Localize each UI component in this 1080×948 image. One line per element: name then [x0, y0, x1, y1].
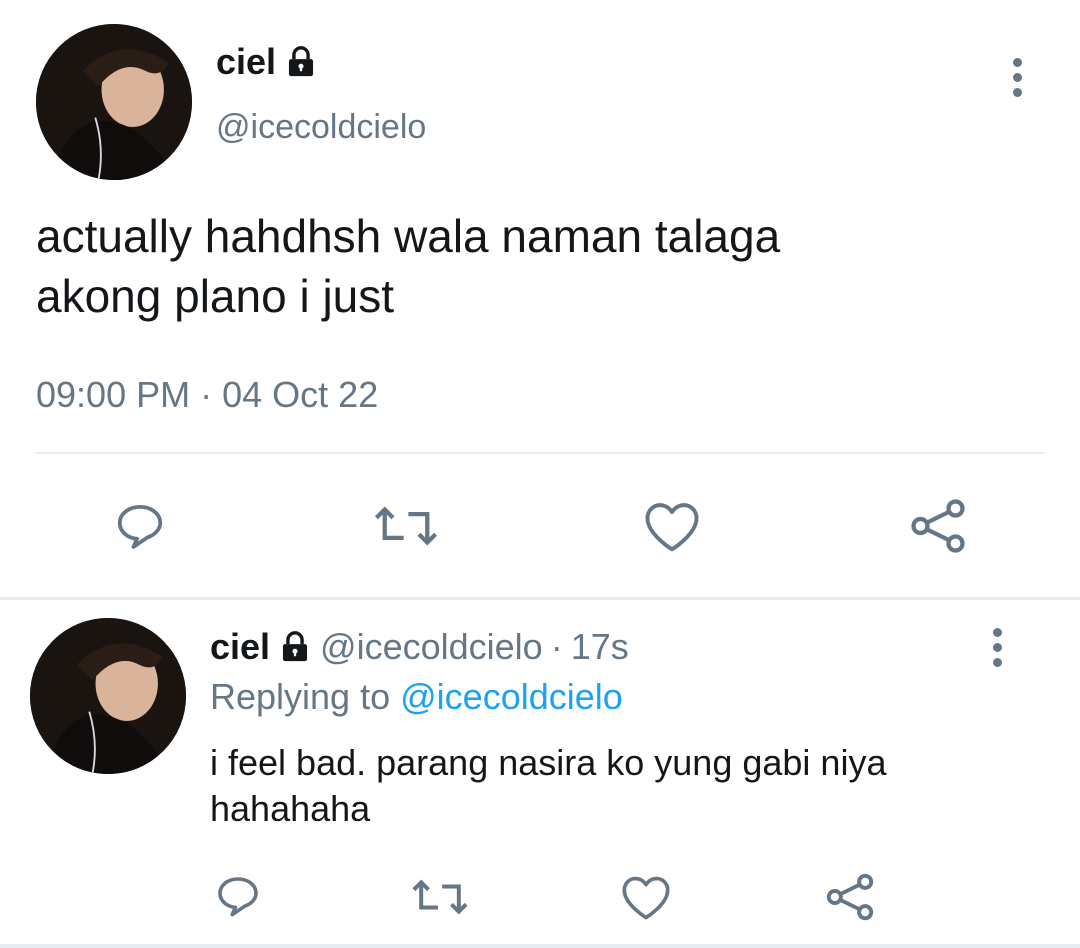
tweet-text: actually hahdhsh wala naman talaga akong…	[36, 210, 781, 322]
heart-icon	[622, 876, 670, 920]
replying-to: Replying to @icecoldcielo	[210, 676, 623, 717]
more-options-button[interactable]	[1002, 58, 1032, 97]
tweet-timestamp[interactable]: 09:00 PM · 04 Oct 22	[36, 374, 378, 416]
retweet-icon	[412, 879, 468, 915]
tweet-separator	[0, 944, 1080, 948]
avatar-image	[30, 618, 186, 774]
more-vertical-icon	[1012, 58, 1022, 67]
retweet-button[interactable]	[370, 498, 442, 554]
share-button[interactable]	[822, 868, 878, 926]
like-button[interactable]	[618, 870, 674, 924]
avatar-image	[36, 24, 192, 180]
display-name[interactable]: ciel	[216, 41, 276, 83]
handle[interactable]: @icecoldcielo	[320, 626, 543, 668]
retweet-icon	[374, 506, 438, 546]
retweet-button[interactable]	[408, 870, 472, 924]
reply-icon	[117, 504, 163, 549]
heart-icon	[645, 503, 699, 552]
avatar[interactable]	[30, 618, 186, 774]
avatar[interactable]	[36, 24, 192, 180]
reply-text: i feel bad. parang nasira ko yung gabi n…	[210, 742, 887, 829]
share-icon	[826, 873, 874, 921]
display-name[interactable]: ciel	[210, 626, 270, 668]
like-button[interactable]	[640, 498, 704, 554]
reply-button[interactable]	[210, 868, 266, 924]
more-options-button[interactable]	[982, 628, 1012, 667]
tweet-age[interactable]: 17s	[571, 626, 629, 668]
lock-icon	[278, 630, 312, 664]
divider	[36, 452, 1044, 454]
reply-icon	[218, 877, 258, 917]
share-icon	[911, 499, 965, 553]
reply-button[interactable]	[108, 498, 172, 554]
replying-to-handle[interactable]: @icecoldcielo	[400, 676, 623, 717]
tweet-separator	[0, 597, 1080, 600]
share-button[interactable]	[906, 496, 970, 556]
handle[interactable]: @icecoldcielo	[216, 108, 426, 147]
lock-icon	[284, 45, 318, 79]
more-vertical-icon	[992, 628, 1002, 637]
